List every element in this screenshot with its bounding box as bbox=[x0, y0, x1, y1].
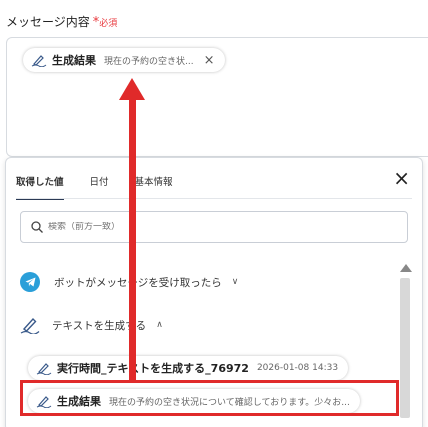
tab-basic-info[interactable]: 基本情報 bbox=[135, 174, 173, 200]
panel-close-icon[interactable]: × bbox=[393, 168, 410, 188]
chip-preview: 現在の予約の空き状... bbox=[104, 56, 194, 67]
search-input[interactable] bbox=[48, 222, 348, 232]
panel-tabs: 取得した値 日付 基本情報 bbox=[16, 174, 199, 200]
chip-title: 実行時間_テキストを生成する_76972 bbox=[57, 362, 249, 375]
tab-divider bbox=[16, 198, 412, 199]
chip-title: 生成結果 bbox=[52, 54, 96, 67]
tab-date[interactable]: 日付 bbox=[90, 174, 109, 200]
section-generate-text[interactable]: テキストを生成する ∧ bbox=[20, 316, 163, 334]
required-text: 必須 bbox=[99, 19, 118, 29]
chip-preview: 2026-01-08 14:33 bbox=[256, 363, 339, 373]
scrollbar[interactable] bbox=[400, 278, 410, 418]
inserted-value-chip[interactable]: 生成結果 現在の予約の空き状... × bbox=[23, 48, 225, 72]
arrow-up-icon bbox=[119, 78, 145, 100]
pen-icon bbox=[31, 55, 47, 67]
search-icon bbox=[31, 221, 43, 233]
chevron-down-icon: ∨ bbox=[231, 277, 239, 287]
chip-close-icon[interactable]: × bbox=[204, 53, 215, 68]
scroll-up-arrow-icon[interactable] bbox=[400, 264, 412, 272]
message-content-input[interactable]: 生成結果 現在の予約の空き状... × bbox=[6, 37, 428, 157]
value-chip-execution-time[interactable]: 実行時間_テキストを生成する_76972 2026-01-08 14:33 bbox=[28, 356, 349, 380]
section-label: ボットがメッセージを受け取ったら bbox=[54, 276, 222, 289]
annotation-arrow-shaft bbox=[129, 95, 136, 382]
telegram-icon bbox=[20, 272, 40, 292]
highlight-box bbox=[20, 380, 399, 416]
pen-icon bbox=[36, 363, 52, 375]
search-field[interactable] bbox=[20, 211, 408, 243]
chevron-up-icon: ∧ bbox=[156, 320, 163, 330]
message-content-label: メッセージ内容 *必須 bbox=[6, 13, 117, 30]
field-label-text: メッセージ内容 bbox=[6, 15, 90, 29]
pen-icon bbox=[20, 317, 40, 334]
tab-acquired-values[interactable]: 取得した値 bbox=[16, 174, 64, 200]
